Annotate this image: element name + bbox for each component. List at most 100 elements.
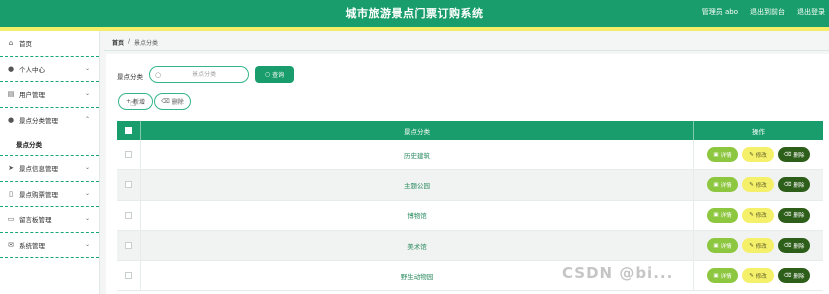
detail-button[interactable]: ▣ 详情 xyxy=(707,268,738,284)
users-icon: ▤ xyxy=(7,90,15,99)
row-actions: ▣ 详情 ✎ 修改 ⌫ 删除 xyxy=(693,170,823,200)
row-checkbox[interactable] xyxy=(125,242,132,250)
admin-label: 管理员 abo xyxy=(701,8,738,16)
delete-button[interactable]: ⌫ 删除 xyxy=(778,147,810,163)
detail-icon: ▣ xyxy=(713,151,719,158)
chevron-up-icon: ⌃ xyxy=(84,115,90,123)
select-all-cell xyxy=(117,121,140,140)
delete-label: 删除 xyxy=(793,273,805,280)
breadcrumb-home[interactable]: 首页 xyxy=(112,38,124,47)
top-header: 城市旅游景点门票订购系统 管理员 abo 退出到前台 退出登录 xyxy=(0,0,829,27)
delete-button[interactable]: ⌫ 删除 xyxy=(778,177,810,193)
query-button-label: 查询 xyxy=(272,72,285,79)
edit-button[interactable]: ✎ 修改 xyxy=(742,177,774,193)
detail-button[interactable]: ▣ 详情 xyxy=(707,177,738,193)
logout-link[interactable]: 退出登录 xyxy=(797,7,825,17)
category-table: 景点分类 操作 历史建筑 ▣ 详情 ✎ 修改 ⌫ 删除 主题公园 ▣ 详情 ✎ 修改 ⌫ 删… xyxy=(117,121,823,292)
edit-icon: ✎ xyxy=(749,212,754,219)
edit-button[interactable]: ✎ 修改 xyxy=(742,238,774,254)
detail-button[interactable]: ▣ 详情 xyxy=(707,207,738,223)
table-row: 野生动物园 ▣ 详情 ✎ 修改 ⌫ 删除 xyxy=(117,261,823,292)
chevron-down-icon: ⌄ xyxy=(84,240,90,248)
row-checkbox[interactable] xyxy=(125,211,132,219)
sidebar-item-message-board[interactable]: ▭ 留言板管理 ⌄ xyxy=(0,207,99,233)
sidebar-item-label: 景点购票管理 xyxy=(19,190,58,199)
breadcrumb: 首页 / 景点分类 xyxy=(112,38,158,47)
filter-label: 景点分类 xyxy=(117,73,143,81)
sidebar-item-label: 个人中心 xyxy=(19,65,45,74)
to-front-link[interactable]: 退出到前台 xyxy=(750,7,785,17)
row-actions: ▣ 详情 ✎ 修改 ⌫ 删除 xyxy=(693,200,823,230)
column-header-operations: 操作 xyxy=(693,121,823,140)
row-checkbox[interactable] xyxy=(125,151,132,159)
detail-button[interactable]: ▣ 详情 xyxy=(707,238,738,254)
sidebar-item-user-management[interactable]: ▤ 用户管理 ⌄ xyxy=(0,82,99,108)
row-actions: ▣ 详情 ✎ 修改 ⌫ 删除 xyxy=(693,261,823,291)
category-cell: 历史建筑 xyxy=(140,140,693,170)
chevron-down-icon: ⌄ xyxy=(84,64,90,72)
detail-label: 详情 xyxy=(720,152,732,159)
delete-button[interactable]: ⌫ 删除 xyxy=(778,207,810,223)
sidebar-item-label: 首页 xyxy=(19,40,32,49)
category-icon: ● xyxy=(7,116,15,125)
table-row: 美术馆 ▣ 详情 ✎ 修改 ⌫ 删除 xyxy=(117,230,823,262)
sidebar-item-category-management[interactable]: ● 景点分类管理 ⌃ xyxy=(0,108,99,134)
query-button[interactable]: ○ 查询 xyxy=(255,66,294,83)
row-actions: ▣ 详情 ✎ 修改 ⌫ 删除 xyxy=(693,230,823,261)
chevron-down-icon: ⌄ xyxy=(84,189,90,197)
detail-icon: ▣ xyxy=(713,212,719,219)
ticket-icon: ▯ xyxy=(9,189,13,198)
detail-icon: ▣ xyxy=(713,242,719,249)
edit-label: 修改 xyxy=(755,273,767,280)
trash-icon: ⌫ xyxy=(783,272,792,279)
mouse-cursor-icon: ☝ xyxy=(130,98,137,109)
edit-button[interactable]: ✎ 修改 xyxy=(742,207,774,223)
search-field[interactable]: ○ xyxy=(149,66,249,83)
edit-button[interactable]: ✎ 修改 xyxy=(742,268,774,284)
delete-label: 删除 xyxy=(793,213,805,220)
category-cell: 博物馆 xyxy=(140,200,693,230)
edit-label: 修改 xyxy=(755,243,767,250)
search-input[interactable] xyxy=(164,71,245,78)
table-row: 博物馆 ▣ 详情 ✎ 修改 ⌫ 删除 xyxy=(117,200,823,231)
chevron-down-icon: ⌄ xyxy=(84,164,90,171)
send-icon: ➤ xyxy=(8,164,14,173)
sidebar-subitem-category[interactable]: 景点分类 xyxy=(0,133,99,156)
detail-icon: ▣ xyxy=(713,181,719,188)
delete-button[interactable]: ⌫ 删除 xyxy=(778,268,810,284)
trash-icon: ⌫ xyxy=(783,151,792,158)
sidebar-item-system[interactable]: ✉ 系统管理 ⌄ xyxy=(0,233,99,258)
user-icon: ● xyxy=(7,64,15,73)
sidebar-item-attraction-info[interactable]: ➤ 景点信息管理 ⌄ xyxy=(0,156,99,182)
breadcrumb-current: 景点分类 xyxy=(134,40,159,47)
sidebar-item-home[interactable]: ⌂ 首页 xyxy=(0,31,99,57)
row-checkbox[interactable] xyxy=(125,272,132,280)
row-checkbox[interactable] xyxy=(125,181,132,189)
delete-button[interactable]: ⌫ 删除 xyxy=(778,238,810,254)
sidebar-item-label: 留言板管理 xyxy=(19,216,52,225)
sidebar-item-ticket-management[interactable]: ▯ 景点购票管理 ⌄ xyxy=(0,182,99,207)
batch-delete-button[interactable]: ⌫ 删除 xyxy=(154,93,191,110)
trash-icon: ⌫ xyxy=(783,242,792,249)
settings-icon: ✉ xyxy=(8,240,14,249)
row-actions: ▣ 详情 ✎ 修改 ⌫ 删除 xyxy=(693,140,823,170)
sidebar-item-personal-center[interactable]: ● 个人中心 ⌄ xyxy=(0,57,99,82)
sidebar-item-label: 景点信息管理 xyxy=(19,165,58,174)
detail-label: 详情 xyxy=(720,243,732,250)
delete-label: 删除 xyxy=(793,243,805,250)
edit-button[interactable]: ✎ 修改 xyxy=(742,147,774,163)
category-cell: 美术馆 xyxy=(140,230,693,261)
detail-button[interactable]: ▣ 详情 xyxy=(707,147,738,163)
detail-icon: ▣ xyxy=(713,272,719,279)
trash-icon: ⌫ xyxy=(783,181,792,188)
table-header: 景点分类 操作 xyxy=(117,121,823,140)
delete-label: 删除 xyxy=(793,182,805,189)
home-icon: ⌂ xyxy=(8,39,14,48)
chevron-down-icon: ⌄ xyxy=(84,90,90,97)
select-all-checkbox[interactable] xyxy=(125,127,132,134)
category-cell: 野生动物园 xyxy=(140,261,693,291)
edit-label: 修改 xyxy=(755,152,767,159)
table-row: 历史建筑 ▣ 详情 ✎ 修改 ⌫ 删除 xyxy=(117,140,823,171)
detail-label: 详情 xyxy=(720,182,732,189)
sidebar-item-label: 用户管理 xyxy=(19,91,45,100)
